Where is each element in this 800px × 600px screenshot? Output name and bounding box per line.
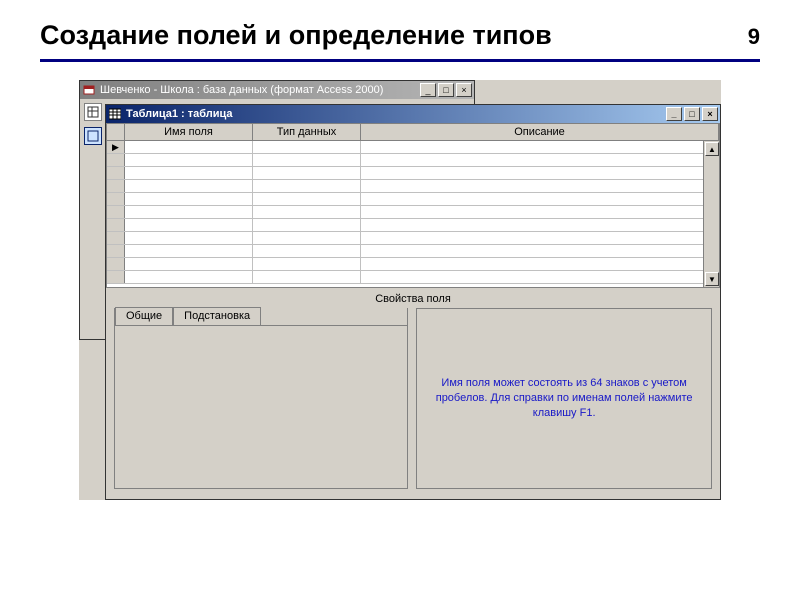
cell-description[interactable] <box>361 180 719 192</box>
cell-description[interactable] <box>361 271 719 283</box>
table-icon <box>108 107 122 121</box>
cell-field-name[interactable] <box>125 180 253 192</box>
db-maximize-button[interactable]: □ <box>438 83 454 97</box>
cell-data-type[interactable] <box>253 245 361 257</box>
grid-scrollbar[interactable]: ▲ ▼ <box>703 141 719 287</box>
table-row[interactable] <box>107 245 719 258</box>
cell-description[interactable] <box>361 232 719 244</box>
table-row[interactable] <box>107 219 719 232</box>
table-row[interactable] <box>107 232 719 245</box>
cell-field-name[interactable] <box>125 258 253 270</box>
hint-panel: Имя поля может состоять из 64 знаков с у… <box>416 308 712 489</box>
grid-body[interactable]: ▶ ▲ ▼ <box>107 141 719 287</box>
cell-field-name[interactable] <box>125 167 253 179</box>
table-row[interactable] <box>107 206 719 219</box>
row-selector[interactable]: ▶ <box>107 141 125 153</box>
cell-field-name[interactable] <box>125 232 253 244</box>
objects-form-icon[interactable] <box>84 127 102 145</box>
table-minimize-button[interactable]: _ <box>666 107 682 121</box>
grid-header: Имя поля Тип данных Описание <box>107 124 719 141</box>
cell-data-type[interactable] <box>253 167 361 179</box>
cell-description[interactable] <box>361 193 719 205</box>
access-file-icon <box>82 83 96 97</box>
row-selector[interactable] <box>107 245 125 257</box>
cell-field-name[interactable] <box>125 206 253 218</box>
db-window-title: Шевченко - Школа : база данных (формат A… <box>100 84 383 96</box>
cell-data-type[interactable] <box>253 258 361 270</box>
page-number: 9 <box>748 24 760 50</box>
table-maximize-button[interactable]: □ <box>684 107 700 121</box>
table-row[interactable] <box>107 271 719 284</box>
db-minimize-button[interactable]: _ <box>420 83 436 97</box>
cell-field-name[interactable] <box>125 219 253 231</box>
cell-data-type[interactable] <box>253 193 361 205</box>
table-row[interactable] <box>107 193 719 206</box>
hint-text: Имя поля может состоять из 64 знаков с у… <box>431 376 697 421</box>
cell-description[interactable] <box>361 219 719 231</box>
cell-field-name[interactable] <box>125 141 253 153</box>
row-selector[interactable] <box>107 219 125 231</box>
cell-description[interactable] <box>361 167 719 179</box>
row-selector[interactable] <box>107 232 125 244</box>
field-grid: Имя поля Тип данных Описание ▶ ▲ ▼ <box>106 123 720 288</box>
cell-description[interactable] <box>361 258 719 270</box>
table-window-titlebar[interactable]: Таблица1 : таблица _ □ × <box>106 105 720 123</box>
table-close-button[interactable]: × <box>702 107 718 121</box>
cell-description[interactable] <box>361 141 719 153</box>
cell-description[interactable] <box>361 154 719 166</box>
cell-field-name[interactable] <box>125 193 253 205</box>
table-window-title: Таблица1 : таблица <box>126 108 233 120</box>
table-row[interactable]: ▶ <box>107 141 719 154</box>
row-selector[interactable] <box>107 193 125 205</box>
table-row[interactable] <box>107 258 719 271</box>
properties-tabs-panel: Общие Подстановка <box>114 308 408 489</box>
cell-data-type[interactable] <box>253 219 361 231</box>
cell-field-name[interactable] <box>125 271 253 283</box>
row-selector[interactable] <box>107 154 125 166</box>
cell-data-type[interactable] <box>253 154 361 166</box>
cell-data-type[interactable] <box>253 271 361 283</box>
row-selector[interactable] <box>107 271 125 283</box>
row-selector[interactable] <box>107 258 125 270</box>
db-window-titlebar[interactable]: Шевченко - Школа : база данных (формат A… <box>80 81 474 99</box>
db-close-button[interactable]: × <box>456 83 472 97</box>
row-selector-header <box>107 124 125 140</box>
table-row[interactable] <box>107 167 719 180</box>
slide-title: Создание полей и определение типов <box>40 20 552 51</box>
scroll-up-button[interactable]: ▲ <box>705 142 719 156</box>
row-selector[interactable] <box>107 167 125 179</box>
table-row[interactable] <box>107 154 719 167</box>
field-properties-label: Свойства поля <box>106 288 720 308</box>
cell-description[interactable] <box>361 206 719 218</box>
scroll-down-button[interactable]: ▼ <box>705 272 719 286</box>
tab-lookup[interactable]: Подстановка <box>173 307 261 326</box>
col-data-type[interactable]: Тип данных <box>253 124 361 140</box>
cell-data-type[interactable] <box>253 180 361 192</box>
tab-general[interactable]: Общие <box>115 307 173 326</box>
table-design-window: Таблица1 : таблица _ □ × Имя поля Тип да… <box>105 104 721 500</box>
row-selector[interactable] <box>107 206 125 218</box>
objects-table-icon[interactable] <box>84 103 102 121</box>
row-selector[interactable] <box>107 180 125 192</box>
cell-data-type[interactable] <box>253 232 361 244</box>
col-description[interactable]: Описание <box>361 124 719 140</box>
cell-data-type[interactable] <box>253 206 361 218</box>
cell-field-name[interactable] <box>125 154 253 166</box>
col-field-name[interactable]: Имя поля <box>125 124 253 140</box>
cell-field-name[interactable] <box>125 245 253 257</box>
screenshot-area: Шевченко - Школа : база данных (формат A… <box>79 80 721 500</box>
table-row[interactable] <box>107 180 719 193</box>
cell-data-type[interactable] <box>253 141 361 153</box>
cell-description[interactable] <box>361 245 719 257</box>
